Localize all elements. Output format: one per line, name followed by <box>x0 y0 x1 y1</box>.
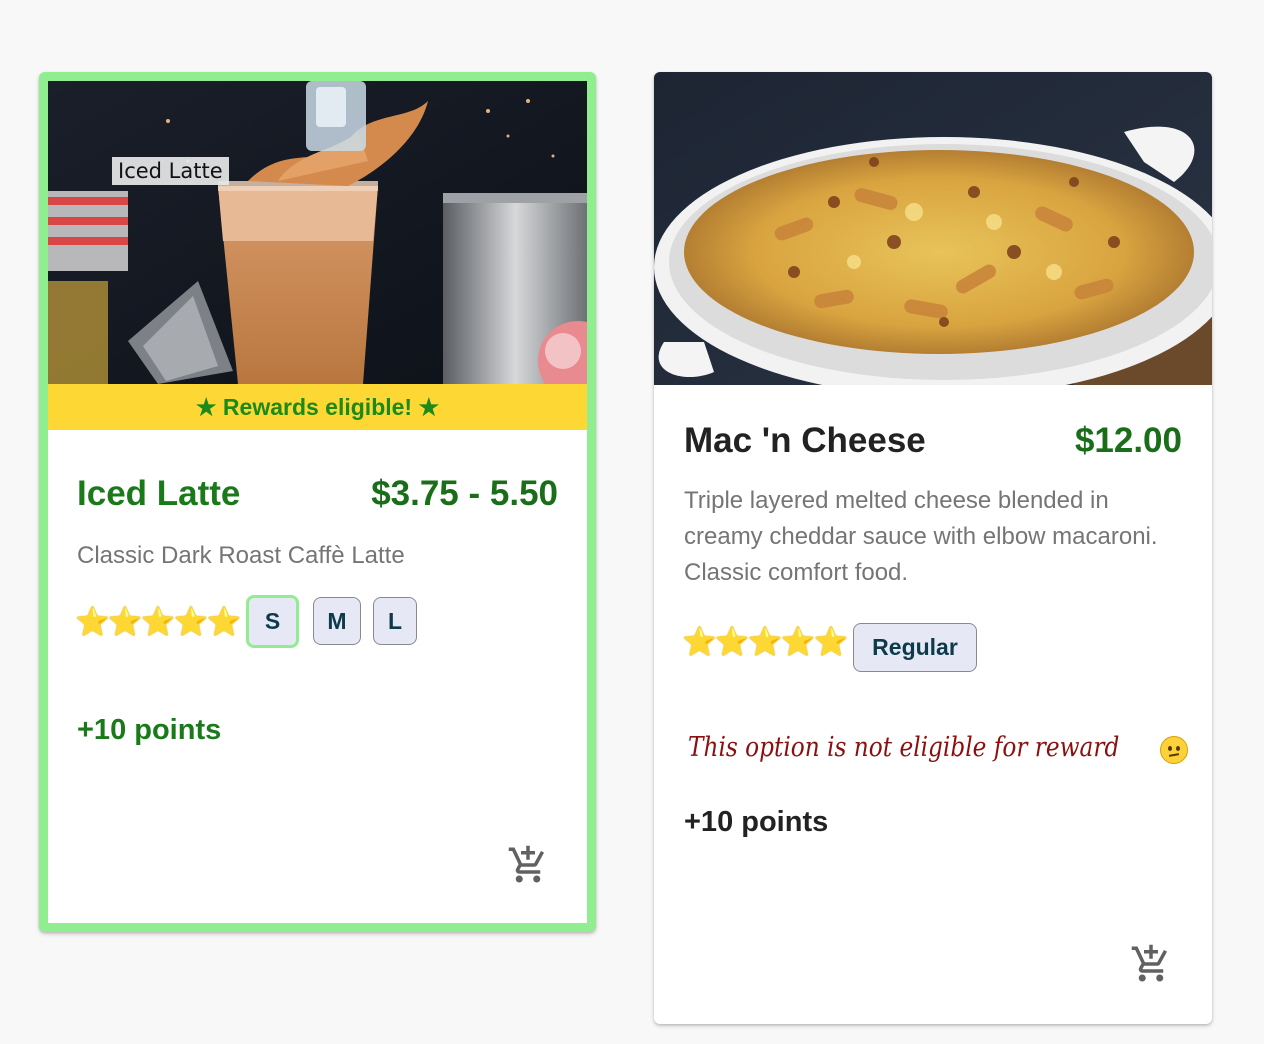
not-eligible-text: This option is not eligible for reward <box>688 732 1120 763</box>
product-card-mac-n-cheese[interactable]: Mac 'n Cheese $12.00 Triple layered melt… <box>654 72 1212 1024</box>
reward-points: +10 points <box>684 806 829 838</box>
product-price: $12.00 <box>1074 421 1182 460</box>
confused-face-icon <box>1160 736 1188 764</box>
not-eligible-message: This option is not eligible for reward <box>688 732 1190 764</box>
size-button-m[interactable]: M <box>313 597 361 645</box>
product-price: $3.75 - 5.50 <box>371 474 558 513</box>
image-alt-label: Iced Latte <box>112 157 229 185</box>
product-description: Triple layered melted cheese blended in … <box>684 487 1158 586</box>
star-rating: ⭐⭐⭐⭐⭐ <box>75 606 241 637</box>
rewards-eligible-banner: ★ Rewards eligible! ★ <box>48 384 587 430</box>
size-button-regular[interactable]: Regular <box>853 623 977 672</box>
star-rating: ⭐⭐⭐⭐⭐ <box>682 626 848 657</box>
product-image: Iced Latte <box>48 81 587 384</box>
size-button-l[interactable]: L <box>373 597 417 645</box>
add-shopping-cart-icon[interactable] <box>507 844 549 886</box>
add-shopping-cart-icon[interactable] <box>1130 943 1172 985</box>
size-button-s[interactable]: S <box>246 595 299 648</box>
product-description: Classic Dark Roast Caffè Latte <box>77 542 405 569</box>
product-title: Iced Latte <box>77 474 241 513</box>
product-title: Mac 'n Cheese <box>684 421 926 460</box>
reward-points: +10 points <box>77 714 222 746</box>
product-image <box>654 72 1212 385</box>
product-card-iced-latte[interactable]: Iced Latte ★ Rewards eligible! ★ Iced La… <box>39 72 596 932</box>
